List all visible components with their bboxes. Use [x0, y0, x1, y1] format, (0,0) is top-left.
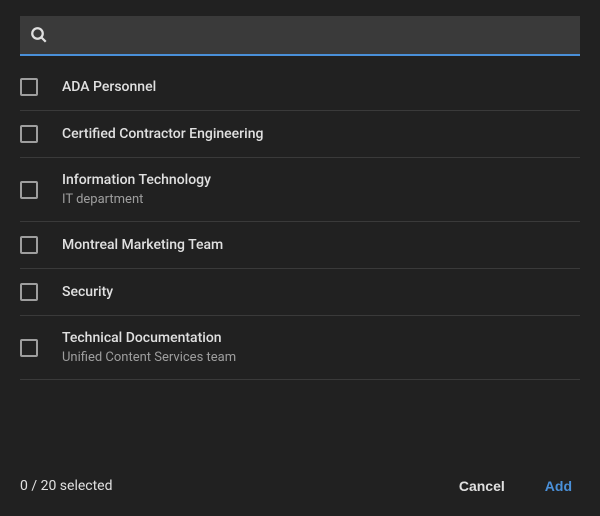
- add-button[interactable]: Add: [537, 474, 580, 498]
- item-subtitle: Unified Content Services team: [62, 350, 236, 365]
- item-text: ADA Personnel: [62, 79, 156, 95]
- search-box[interactable]: [20, 16, 580, 56]
- checkbox[interactable]: [20, 78, 38, 96]
- item-title: Technical Documentation: [62, 330, 236, 346]
- item-text: Information Technology IT department: [62, 172, 211, 207]
- search-icon: [30, 26, 48, 44]
- list-item[interactable]: Montreal Marketing Team: [20, 222, 580, 269]
- checkbox[interactable]: [20, 236, 38, 254]
- list-item[interactable]: Security: [20, 269, 580, 316]
- item-text: Montreal Marketing Team: [62, 237, 223, 253]
- list-item[interactable]: Information Technology IT department: [20, 158, 580, 222]
- list-item[interactable]: Technical Documentation Unified Content S…: [20, 316, 580, 380]
- checkbox[interactable]: [20, 283, 38, 301]
- search-container: [0, 0, 600, 56]
- item-title: Montreal Marketing Team: [62, 237, 223, 253]
- item-title: Certified Contractor Engineering: [62, 126, 263, 142]
- list-item[interactable]: Certified Contractor Engineering: [20, 111, 580, 158]
- checkbox[interactable]: [20, 181, 38, 199]
- item-text: Certified Contractor Engineering: [62, 126, 263, 142]
- checkbox[interactable]: [20, 339, 38, 357]
- checkbox[interactable]: [20, 125, 38, 143]
- cancel-button[interactable]: Cancel: [451, 474, 513, 498]
- item-text: Technical Documentation Unified Content S…: [62, 330, 236, 365]
- footer-actions: Cancel Add: [451, 474, 580, 498]
- item-list: ADA Personnel Certified Contractor Engine…: [0, 56, 600, 456]
- item-title: Security: [62, 284, 113, 300]
- item-title: Information Technology: [62, 172, 211, 188]
- selection-count: 0 / 20 selected: [20, 478, 113, 494]
- item-text: Security: [62, 284, 113, 300]
- list-item[interactable]: ADA Personnel: [20, 72, 580, 111]
- search-input[interactable]: [58, 16, 570, 54]
- footer: 0 / 20 selected Cancel Add: [0, 456, 600, 516]
- item-subtitle: IT department: [62, 192, 211, 207]
- item-title: ADA Personnel: [62, 79, 156, 95]
